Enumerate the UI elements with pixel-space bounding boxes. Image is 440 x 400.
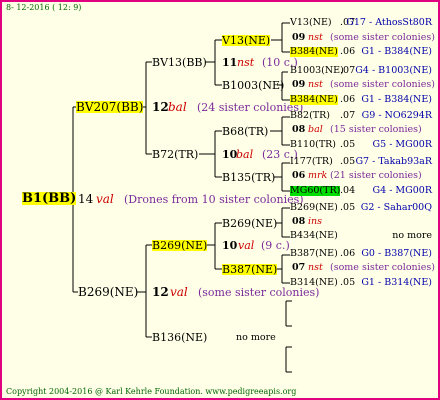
gen4-origin: G4 - MG00R	[372, 185, 432, 196]
gen4-queen[interactable]: B82(TR)	[290, 111, 330, 121]
gen4-queen[interactable]: B384(NE)	[290, 47, 338, 57]
gen4-value: .06	[340, 46, 356, 57]
gen4-note: (some sister colonies)	[330, 79, 435, 90]
gen4-count: 09	[292, 32, 306, 43]
gen4-value: .06	[340, 94, 356, 105]
gen4-queen[interactable]: B384(NE)	[290, 95, 338, 105]
root-count: 14	[78, 192, 94, 206]
gen3-a2-queen[interactable]: B1003(NE)	[222, 80, 284, 91]
gen1-top-note: (24 sister colonies)	[197, 101, 304, 114]
gen2-a-count: 11	[222, 56, 238, 69]
gen4-origin: G4 - B1003(NE)	[355, 65, 432, 76]
gen4-count: 08	[292, 216, 306, 227]
gen1-bottom-type: val	[170, 285, 188, 299]
gen4-count: 06	[292, 170, 306, 181]
gen4-origin: G1 - B384(NE)	[361, 46, 432, 57]
gen4-origin: G17 - AthosSt80R	[346, 17, 432, 28]
gen2-c-note: (9 c.)	[261, 239, 290, 252]
gen4-origin: G7 - Takab93aR	[355, 156, 432, 167]
gen4-value: .07	[340, 110, 356, 121]
gen4-value: .07	[340, 65, 356, 76]
gen4-queen[interactable]: B314(NE)	[290, 278, 338, 288]
gen4-note: (21 sister colonies)	[330, 170, 422, 181]
gen4-type: nst	[308, 32, 323, 43]
gen3-b2-queen[interactable]: B135(TR)	[222, 172, 275, 183]
gen4-note: (some sister colonies)	[330, 262, 435, 273]
gen1-top-count: 12	[152, 100, 169, 114]
gen4-type: ins	[308, 216, 323, 227]
gen1-bottom-count: 12	[152, 285, 169, 299]
gen4-note: (some sister colonies)	[330, 32, 435, 43]
date-stamp: 8- 12-2016 ( 12: 9)	[6, 3, 82, 12]
gen2-b-type: bal	[236, 148, 254, 161]
gen4-queen[interactable]: B434(NE)	[290, 231, 338, 241]
gen4-count: 08	[292, 124, 306, 135]
gen4-queen[interactable]: B269(NE)	[290, 203, 338, 213]
gen4-origin: G9 - NO6294R	[361, 110, 432, 121]
gen4-value: .04	[340, 185, 356, 196]
gen2-c-count: 10	[222, 239, 238, 252]
gen3-b1-queen[interactable]: B68(TR)	[222, 126, 268, 137]
gen4-value: .05	[340, 139, 356, 150]
root-queen[interactable]: B1(BB)	[22, 192, 77, 205]
gen4-value: .05	[340, 202, 356, 213]
gen4-queen[interactable]: MG60(TR)	[290, 186, 341, 196]
gen4-queen[interactable]: B110(TR)	[290, 140, 336, 150]
gen4-type: nst	[308, 79, 323, 90]
gen4-type: mrk	[308, 170, 328, 181]
gen2-d-queen[interactable]: B136(NE)	[152, 332, 207, 343]
gen4-queen[interactable]: V13(NE)	[290, 18, 332, 28]
gen4-type: bal	[308, 124, 323, 135]
gen3-a1-queen[interactable]: V13(NE)	[222, 35, 271, 46]
gen4-count: 09	[292, 79, 306, 90]
gen1-bottom-queen[interactable]: B269(NE)	[78, 286, 138, 298]
gen2-b-queen[interactable]: B72(TR)	[152, 149, 198, 160]
gen4-value: .05	[340, 277, 356, 288]
gen4-origin: G1 - B314(NE)	[361, 277, 432, 288]
gen3-c1-queen[interactable]: B269(NE)	[222, 218, 277, 229]
gen2-a-type: nst	[237, 56, 255, 69]
gen2-c-queen[interactable]: B269(NE)	[152, 240, 208, 251]
gen4-note: (15 sister colonies)	[330, 124, 422, 135]
gen2-c-type: val	[238, 239, 255, 252]
gen4-count: 07	[292, 262, 306, 273]
footer-copyright: Copyright 2004-2016 @ Karl Kehrle Founda…	[6, 387, 297, 396]
gen4-origin: G5 - MG00R	[372, 139, 432, 150]
gen1-top-type: bal	[168, 100, 187, 114]
gen3-c2-queen[interactable]: B387(NE)	[222, 264, 278, 275]
gen4-origin: G2 - Sahar00Q	[360, 202, 432, 213]
gen4-value: .05	[340, 156, 356, 167]
root-type: val	[96, 192, 114, 206]
gen4-queen[interactable]: B1003(NE)	[290, 66, 344, 76]
gen4-queen[interactable]: I177(TR)	[290, 157, 333, 167]
gen1-bottom-note: (some sister colonies)	[198, 286, 320, 299]
gen1-top-queen[interactable]: BV207(BB)	[76, 101, 144, 113]
gen4-value: .06	[340, 248, 356, 259]
gen2-d-note: no more	[236, 332, 276, 343]
gen4-origin: G0 - B387(NE)	[361, 248, 432, 259]
root-note: (Drones from 10 sister colonies)	[124, 193, 304, 206]
gen4-origin: no more	[392, 230, 432, 241]
gen2-a-queen[interactable]: BV13(BB)	[152, 57, 207, 68]
gen4-queen[interactable]: B387(NE)	[290, 249, 338, 259]
gen4-type: nst	[308, 262, 323, 273]
gen4-origin: G1 - B384(NE)	[361, 94, 432, 105]
